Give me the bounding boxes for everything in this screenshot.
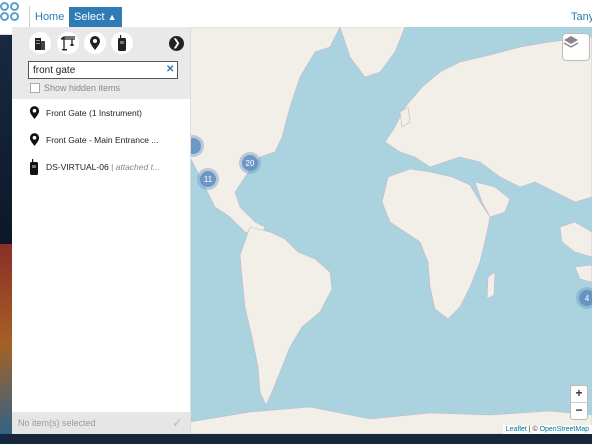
chevron-up-icon: ▲ xyxy=(107,12,117,22)
instrument-icon xyxy=(22,158,46,175)
nav-divider xyxy=(29,6,30,28)
map-cluster-marker[interactable]: 4 xyxy=(576,287,592,309)
instrument-icon xyxy=(118,35,126,51)
show-hidden-toggle[interactable]: Show hidden items xyxy=(30,83,120,93)
result-item[interactable]: DS-VIRTUAL-06 | attached t... xyxy=(12,153,190,180)
filter-locations-button[interactable] xyxy=(84,32,106,54)
building-icon xyxy=(35,38,45,50)
map-land xyxy=(190,27,592,434)
show-hidden-checkbox[interactable] xyxy=(30,83,40,93)
location-pin-icon xyxy=(22,132,46,147)
location-pin-icon xyxy=(90,35,100,50)
result-label: Front Gate (1 Instrument) xyxy=(46,107,142,118)
leaflet-link[interactable]: Leaflet xyxy=(506,426,527,433)
clear-search-icon[interactable]: ✕ xyxy=(166,64,174,75)
map-cluster-count: 4 xyxy=(579,290,592,306)
panel-header: ❯ ✕ Show hidden items xyxy=(12,27,190,99)
map-cluster-count: 20 xyxy=(242,155,258,171)
panel-footer: No item(s) selected ✓ xyxy=(12,412,190,434)
filter-instruments-button[interactable] xyxy=(111,32,133,54)
result-item[interactable]: Front Gate - Main Entrance ... xyxy=(12,126,190,153)
result-item[interactable]: Front Gate (1 Instrument) xyxy=(12,99,190,126)
selection-status: No item(s) selected xyxy=(18,418,96,428)
map-view[interactable]: 20 11 4 + − Leaflet | © OpenStreetMap xyxy=(190,27,592,434)
nav-select-label: Select xyxy=(74,11,105,23)
map-cluster-count xyxy=(190,138,201,154)
chevron-right-icon[interactable]: ❯ xyxy=(169,36,184,51)
layers-button[interactable] xyxy=(562,33,590,61)
background-strip xyxy=(0,434,592,444)
map-attribution: Leaflet | © OpenStreetMap xyxy=(502,425,592,434)
filter-sites-button[interactable] xyxy=(57,32,79,54)
nav-home-link[interactable]: Home xyxy=(35,11,64,23)
result-note: | attached t... xyxy=(111,161,161,172)
search-input[interactable] xyxy=(28,61,178,79)
zoom-in-button[interactable]: + xyxy=(571,386,587,403)
user-name[interactable]: Tanya xyxy=(571,11,592,23)
map-cluster-marker[interactable]: 11 xyxy=(197,168,219,190)
result-label: Front Gate - Main Entrance ... xyxy=(46,134,159,145)
filter-buildings-button[interactable] xyxy=(29,32,51,54)
zoom-out-button[interactable]: − xyxy=(571,403,587,419)
map-cluster-marker[interactable]: 20 xyxy=(239,152,261,174)
search-results-list: Front Gate (1 Instrument) Front Gate - M… xyxy=(12,99,190,180)
crane-icon xyxy=(60,36,75,51)
result-label: DS-VIRTUAL-06 xyxy=(46,161,109,172)
nav-select-menu[interactable]: Select ▲ xyxy=(69,7,122,27)
map-cluster-count: 11 xyxy=(200,171,216,187)
selection-panel: ❯ ✕ Show hidden items Front Gate (1 Inst… xyxy=(12,27,191,434)
layers-icon xyxy=(563,36,579,48)
zoom-control: + − xyxy=(570,385,588,420)
location-pin-icon xyxy=(22,105,46,120)
show-hidden-label: Show hidden items xyxy=(44,83,121,93)
attribution-separator: | © xyxy=(526,426,540,433)
openstreetmap-link[interactable]: OpenStreetMap xyxy=(540,426,589,433)
confirm-check-icon[interactable]: ✓ xyxy=(172,415,183,431)
